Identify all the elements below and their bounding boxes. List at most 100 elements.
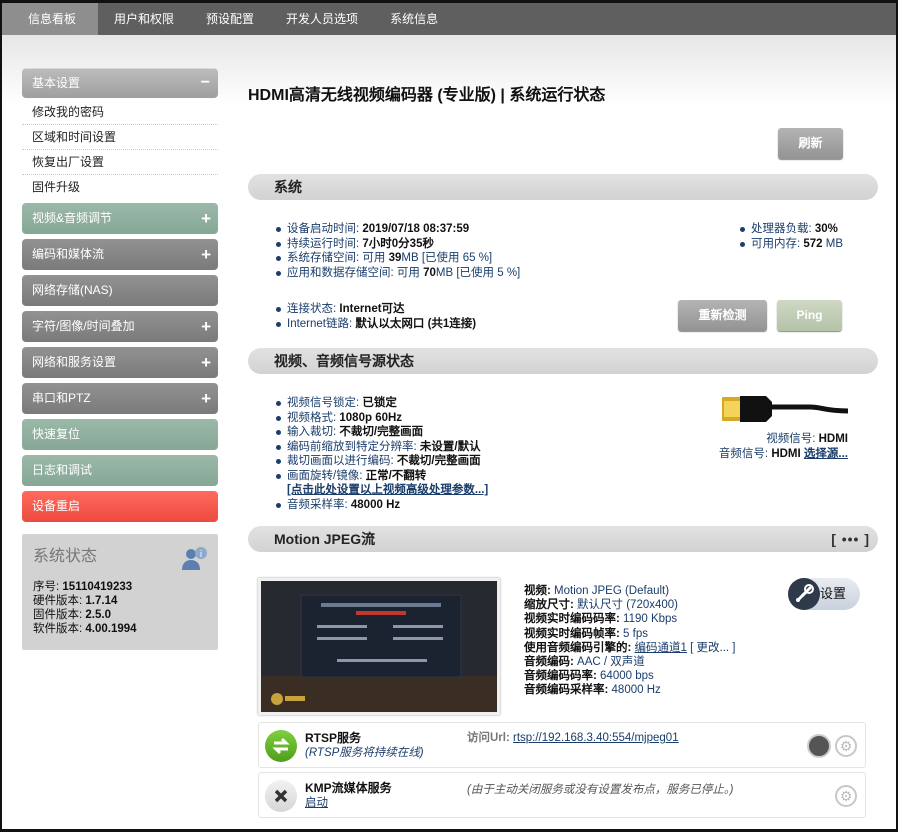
hw-value: 1.7.14 (85, 595, 118, 607)
encode-crop: 裁切画面以进行编码: 不裁切/完整画面 (274, 454, 488, 469)
rotation-label: 画面旋转/镜像: (287, 469, 366, 482)
tab-users[interactable]: 用户和权限 (98, 3, 190, 35)
connection-status: 连接状态: Internet可达 (274, 302, 476, 317)
more-menu-button[interactable]: [ ••• ] (831, 526, 870, 552)
audio-codec-label: 音频编码: (524, 656, 578, 669)
sw-row: 软件版本: 4.00.1994 (33, 622, 207, 636)
fw-row: 固件版本: 2.5.0 (33, 608, 207, 622)
recheck-button[interactable]: 重新检测 (678, 300, 767, 331)
service-stopped-icon (265, 780, 297, 812)
tab-system-info[interactable]: 系统信息 (374, 3, 454, 35)
system-info-list: 设备启动时间: 2019/07/18 08:37:59 持续运行时间: 7小时0… (274, 222, 520, 280)
collapse-icon[interactable]: − (201, 68, 210, 98)
stream-bitrate-value: 1190 Kbps (623, 613, 678, 626)
kmp-gear-icon[interactable]: ⚙ (835, 785, 857, 807)
user-avatar-icon[interactable] (807, 734, 831, 758)
cpu-load: 处理器负载: 30% (738, 222, 843, 237)
stream-video-value: Motion JPEG (Default) (554, 585, 670, 597)
stream-info: 视频: Motion JPEG (Default) 缩放尺寸: 默认尺寸 (72… (524, 584, 736, 698)
sidebar-section-logs[interactable]: 日志和调试 (22, 455, 218, 486)
sidebar-section-nas[interactable]: 网络存储(NAS) (22, 275, 218, 306)
expand-icon: + (201, 209, 211, 228)
audio-samplerate-value: 48000 Hz (611, 684, 661, 697)
pre-scale-label: 编码前缩放到特定分辨率: (287, 440, 420, 453)
audio-codec-value: AAC / 双声道 (577, 656, 645, 669)
sidebar-item-change-password[interactable]: 修改我的密码 (22, 100, 218, 125)
svg-text:i: i (200, 550, 203, 560)
change-link[interactable]: [ 更改... ] (687, 642, 735, 654)
tab-developer[interactable]: 开发人员选项 (270, 3, 374, 35)
rtsp-gear-icon[interactable]: ⚙ (835, 735, 857, 757)
hw-row: 硬件版本: 1.7.14 (33, 594, 207, 608)
sidebar-section-quick-reset[interactable]: 快速复位 (22, 419, 218, 450)
input-crop-label: 输入裁切: (287, 426, 340, 438)
audio-bitrate-label: 音频编码码率: (524, 670, 601, 683)
stream-audio-codec: 音频编码: AAC / 双声道 (524, 655, 736, 669)
rotation: 画面旋转/镜像: 正常/不翻转 (274, 469, 488, 484)
signal-source-box: 视频信号: HDMI 音频信号: HDMI 选择源... (704, 432, 848, 462)
video-info-list: 视频信号锁定: 已锁定 视频格式: 1080p 60Hz 输入裁切: 不裁切/完… (274, 396, 488, 512)
internet-link-label: Internet链路: (287, 317, 356, 330)
advanced-settings-link[interactable]: [点击此处设置以上视频高级处理参数...] (287, 484, 488, 496)
video-signal-label: 视频信号: (766, 433, 819, 445)
pre-scale-value: 未设置/默认 (419, 440, 481, 453)
sidebar-section-reboot[interactable]: 设备重启 (22, 491, 218, 522)
memory-suffix: MB (822, 237, 844, 250)
sidebar-basic-list: 修改我的密码 区域和时间设置 恢复出厂设置 固件升级 (22, 100, 218, 200)
stream-scale-value: 默认尺寸 (720x400) (577, 599, 679, 612)
audio-rate-label: 音频采样率: (287, 498, 351, 511)
video-signal-row: 视频信号: HDMI (704, 432, 848, 447)
uptime-label: 持续运行时间: (287, 237, 363, 250)
stream-video-label: 视频: (524, 585, 555, 597)
system-status-box: 系统状态 i 序号: 15110419233 硬件版本: 1.7.14 固件版本… (22, 534, 218, 650)
serial-label: 序号: (33, 581, 60, 593)
internet-link: Internet链路: 默认以太网口 (共1连接) (274, 317, 476, 332)
conn-status-label: 连接状态: (287, 303, 340, 315)
stream-scale: 缩放尺寸: 默认尺寸 (720x400) (524, 598, 736, 612)
app-storage: 应用和数据存储空间: 可用 70MB [已使用 5 %] (274, 266, 520, 281)
expand-icon: + (201, 245, 211, 264)
sidebar-section-basic[interactable]: 基本设置 − (22, 68, 218, 98)
signal-lock-label: 视频信号锁定: (287, 397, 363, 409)
sidebar-section-label: 编码和媒体流 (32, 247, 105, 261)
preview-thumbnail (261, 581, 497, 712)
sidebar-section-label: 快速复位 (32, 427, 81, 441)
stream-fps-value: 5 fps (623, 627, 648, 640)
sidebar-section-serial-ptz[interactable]: 串口和PTZ + (22, 383, 218, 414)
memory-value: 572 (803, 237, 823, 250)
choose-source-link[interactable]: 选择源... (804, 448, 848, 460)
encode-crop-value: 不裁切/完整画面 (396, 455, 481, 467)
sidebar-section-av-adjust[interactable]: 视频&音频调节 + (22, 203, 218, 234)
sidebar-section-label: 设备重启 (32, 499, 81, 513)
ping-button[interactable]: Ping (777, 300, 842, 331)
sidebar-section-overlay[interactable]: 字符/图像/时间叠加 + (22, 311, 218, 342)
rotation-value: 正常/不翻转 (365, 469, 427, 482)
user-info-icon[interactable]: i (182, 546, 208, 573)
sidebar-item-factory-reset[interactable]: 恢复出厂设置 (22, 150, 218, 175)
cpu-load-label: 处理器负载: (751, 223, 815, 235)
settings-label: 设置 (820, 586, 847, 601)
audio-sample-rate: 音频采样率: 48000 Hz (274, 498, 488, 513)
kmp-service-note: (由于主动关闭服务或没有设置发布点，服务已停止。) (467, 784, 734, 796)
uptime-value: 7小时0分35秒 (362, 237, 434, 250)
stream-settings-button[interactable]: 设置 (788, 578, 860, 610)
stream-bitrate-label: 视频实时编码码率: (524, 613, 624, 626)
rtsp-url-link[interactable]: rtsp://192.168.3.40:554/mjpeg01 (513, 732, 679, 744)
rtsp-url-label: 访问Url: (467, 732, 513, 744)
video-format-value: 1080p 60Hz (339, 411, 403, 424)
app-storage-label: 应用和数据存储空间: 可用 (287, 266, 424, 279)
rtsp-url-row: 访问Url: rtsp://192.168.3.40:554/mjpeg01 (467, 729, 679, 745)
sidebar-section-network[interactable]: 网络和服务设置 + (22, 347, 218, 378)
sidebar-item-region-time[interactable]: 区域和时间设置 (22, 125, 218, 150)
sw-value: 4.00.1994 (85, 623, 137, 635)
video-preview[interactable] (258, 578, 500, 715)
sidebar-section-encoding[interactable]: 编码和媒体流 + (22, 239, 218, 270)
video-format-label: 视频格式: (287, 411, 340, 424)
audio-channel-link[interactable]: 编码通道1 (635, 642, 687, 654)
kmp-start-link[interactable]: 启动 (305, 794, 328, 810)
refresh-button[interactable]: 刷新 (778, 128, 843, 159)
tab-presets[interactable]: 预设配置 (190, 3, 270, 35)
cpu-load-value: 30% (814, 223, 838, 235)
tab-dashboard[interactable]: 信息看板 (2, 3, 99, 35)
sidebar-item-firmware-upgrade[interactable]: 固件升级 (22, 175, 218, 200)
